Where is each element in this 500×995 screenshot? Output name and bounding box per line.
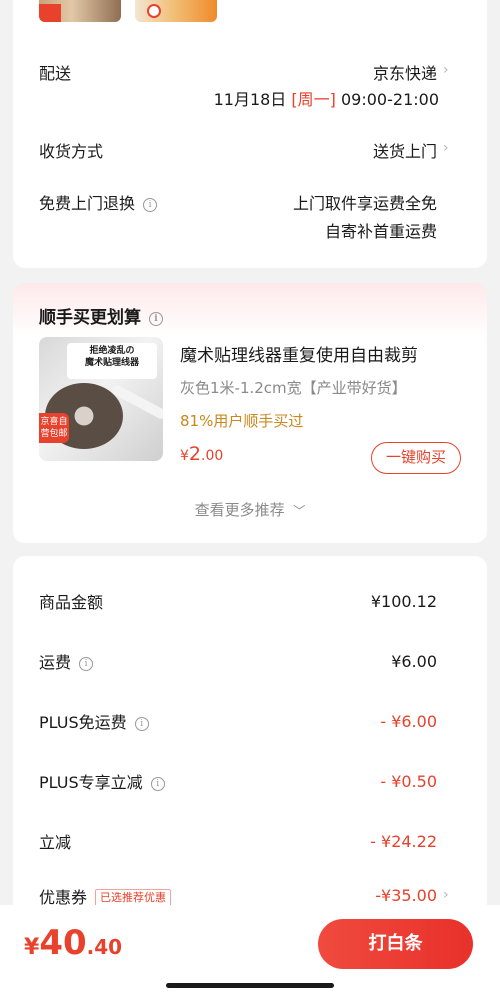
shipping-label: 运费 [39, 653, 72, 672]
addon-title-row: 顺手买更划算 i [39, 303, 163, 328]
addon-title: 顺手买更划算 [39, 308, 141, 328]
coupon-value[interactable]: -¥35.00 [375, 886, 437, 905]
product-image[interactable]: 拒绝凌乱の 魔术贴理线器 京喜自营包邮 [39, 337, 163, 461]
info-icon[interactable]: i [150, 777, 165, 791]
product-thumbnail[interactable] [39, 0, 121, 22]
thumbnail-tag-icon [39, 4, 61, 22]
free-return-row: 免费上门退换 i [39, 190, 158, 214]
product-hint: 81%用户顺手买过 [180, 412, 304, 430]
info-icon[interactable]: i [79, 657, 94, 671]
info-icon[interactable]: i [134, 717, 149, 731]
plus-free-shipping-label: PLUS免运费 [39, 713, 127, 732]
delivery-label: 配送 [39, 64, 72, 83]
plus-discount-label: PLUS专享立减 [39, 773, 143, 792]
price-dec: .00 [201, 448, 224, 464]
free-return-label: 免费上门退换 [39, 194, 136, 213]
shipping-row: 运费 i [39, 649, 94, 673]
product-name[interactable]: 魔术贴理线器重复使用自由裁剪 [180, 341, 418, 366]
addon-card: 顺手买更划算 i 拒绝凌乱の 魔术贴理线器 京喜自营包邮 魔术贴理线器重复使用自由… [13, 283, 487, 543]
product-price: ¥2.00 [180, 443, 223, 465]
product-image-banner-line1: 拒绝凌乱の [89, 346, 135, 356]
price-symbol: ¥ [180, 448, 189, 464]
total-price: ¥40.40 [24, 923, 122, 963]
plus-discount-row: PLUS专享立减 i [39, 769, 165, 793]
instant-discount-value: - ¥24.22 [370, 832, 437, 851]
delivery-time[interactable]: 11月18日 [周一] 09:00-21:00 [214, 86, 439, 110]
chevron-right-icon[interactable]: › [443, 887, 455, 903]
total-symbol: ¥ [24, 935, 40, 960]
baitiao-pay-button[interactable]: 打白条 [318, 919, 473, 969]
chevron-right-icon[interactable]: › [443, 62, 455, 78]
product-spec: 灰色1米-1.2cm宽【产业带好货】 [180, 379, 407, 397]
home-indicator [166, 983, 334, 988]
more-recommendations-link[interactable]: 查看更多推荐 ﹀ [13, 499, 487, 520]
info-icon[interactable]: i [143, 198, 158, 212]
total-int: 40 [39, 923, 87, 963]
goods-amount-value: ¥100.12 [370, 592, 437, 611]
delivery-window: 09:00-21:00 [341, 90, 439, 109]
delivery-card: 配送 京东快递 › 11月18日 [周一] 09:00-21:00 收货方式 送… [13, 0, 487, 268]
plus-free-shipping-row: PLUS免运费 i [39, 709, 149, 733]
total-dec: .40 [86, 935, 123, 959]
delivery-carrier[interactable]: 京东快递 [373, 60, 437, 84]
product-image-banner: 拒绝凌乱の 魔术贴理线器 [67, 343, 157, 379]
instant-discount-label: 立减 [39, 833, 72, 852]
product-image-badge: 京喜自营包邮 [39, 413, 69, 443]
product-thumbnail[interactable] [135, 0, 217, 22]
plus-free-shipping-value: - ¥6.00 [380, 712, 437, 731]
free-return-line1: 上门取件享运费全免 [292, 194, 437, 213]
one-click-buy-button[interactable]: 一键购买 [371, 442, 461, 474]
chevron-down-icon: ﹀ [293, 504, 306, 518]
price-int: 2 [188, 443, 202, 465]
receive-method-value[interactable]: 送货上门 [373, 138, 437, 162]
chevron-right-icon[interactable]: › [443, 140, 455, 156]
free-return-line2: 自寄补首重运费 [324, 222, 437, 241]
plus-discount-value: - ¥0.50 [380, 772, 437, 791]
delivery-date: 11月18日 [213, 90, 287, 109]
more-recommendations-label: 查看更多推荐 [194, 501, 285, 519]
shipping-value: ¥6.00 [391, 652, 437, 671]
product-image-banner-line2: 魔术贴理线器 [84, 358, 139, 368]
thumbnail-badge-icon [147, 4, 161, 18]
delivery-weekday: [周一] [291, 90, 336, 109]
info-icon[interactable]: i [149, 312, 163, 326]
receive-method-label: 收货方式 [39, 142, 104, 161]
bottom-bar: ¥40.40 打白条 [0, 905, 500, 995]
product-thumbnails [39, 0, 217, 22]
goods-amount-label: 商品金额 [39, 593, 104, 612]
